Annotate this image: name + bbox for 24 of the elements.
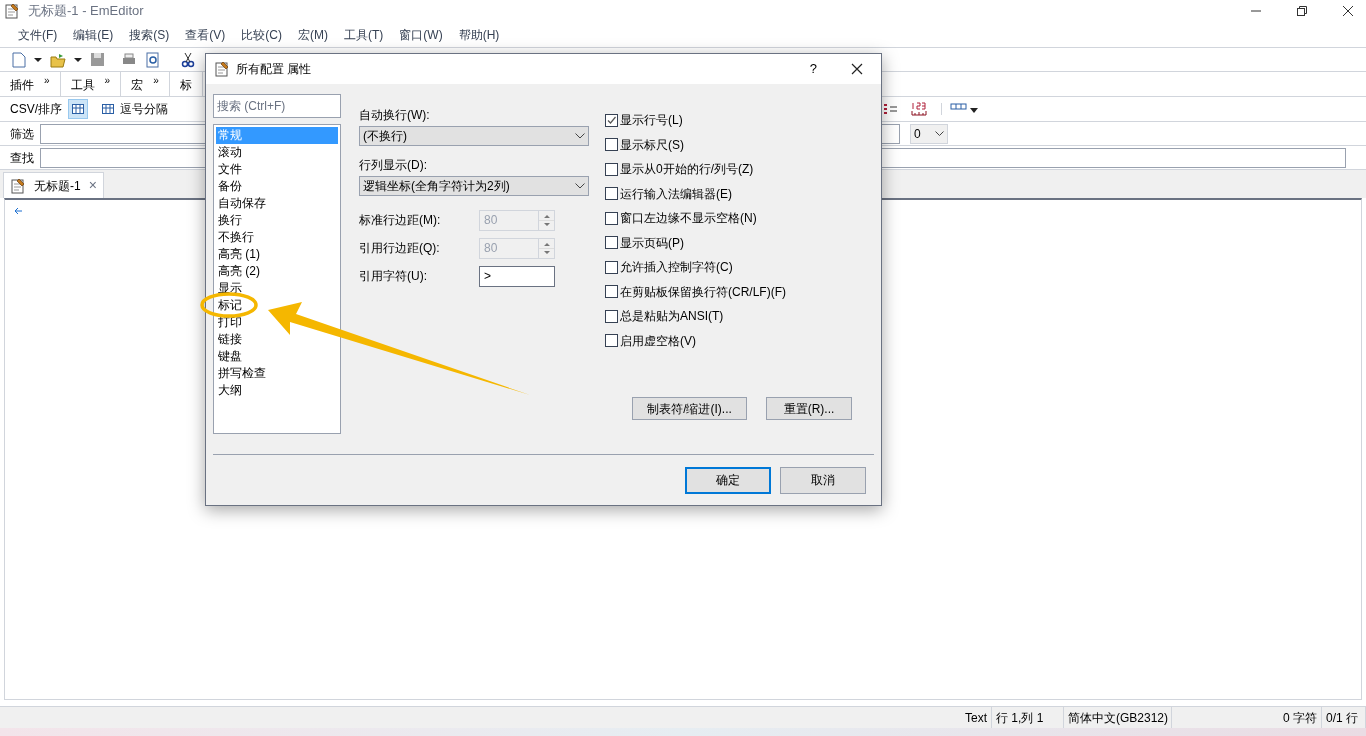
toolbar-label: CSV/排序 — [10, 101, 62, 118]
checkbox-label: 在剪贴板保留换行符(CR/LF)(F) — [620, 283, 786, 301]
filter-label: 筛选 — [10, 125, 35, 143]
checkbox-label: 允许插入控制字符(C) — [620, 259, 733, 277]
field-label: 引用字符(U): — [359, 268, 428, 285]
checkbox-label: 运行输入法编辑器(E) — [620, 185, 732, 203]
checkbox-label: 总是粘贴为ANSI(T) — [620, 308, 724, 326]
checkbox-label: 显示标尺(S) — [620, 136, 684, 154]
field-label: 行列显示(D): — [359, 157, 428, 174]
toolbar-label: 宏 — [131, 77, 144, 94]
field-label: 标准行边距(M): — [359, 212, 442, 229]
find-label: 查找 — [10, 149, 35, 167]
checkbox-label: 启用虚空格(V) — [620, 332, 696, 350]
toolbar-label: 插件 — [10, 77, 34, 94]
checkbox-label: 显示页码(P) — [620, 234, 684, 252]
checkbox-label: 窗口左边缘不显示空格(N) — [620, 210, 757, 228]
window-title: 无标题-1 - EmEditor — [28, 2, 144, 21]
field-label: 引用行边距(Q): — [359, 240, 441, 257]
checkbox-label: 显示行号(L) — [620, 112, 683, 130]
toolbar-label: 标 — [179, 77, 192, 94]
toolbar-label: 工具 — [70, 77, 95, 94]
checkbox-label: 显示从0开始的行/列号(Z) — [620, 161, 754, 179]
dialog-title: 所有配置 属性 — [236, 61, 312, 78]
field-label: 自动换行(W): — [359, 107, 431, 124]
